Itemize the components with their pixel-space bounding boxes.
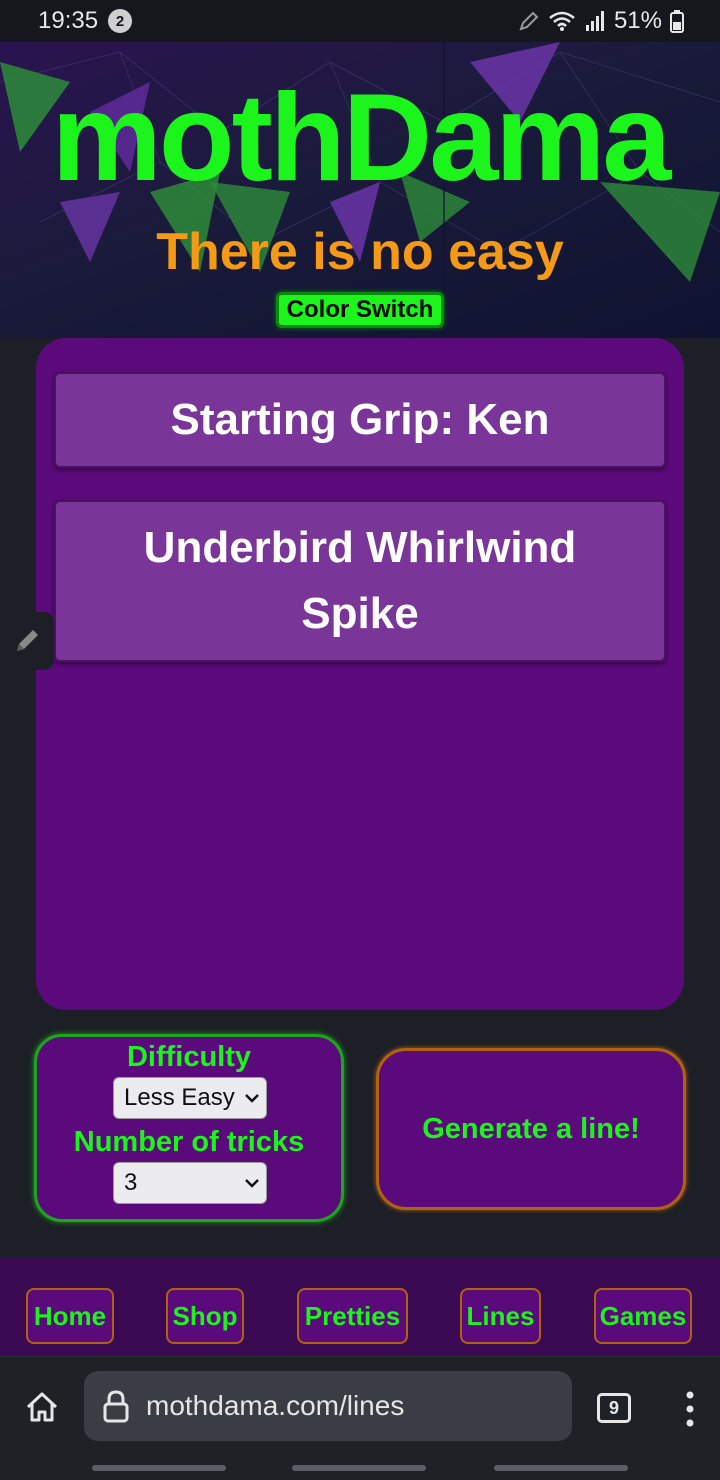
- wifi-icon: [549, 11, 575, 31]
- battery-percent: 51%: [613, 7, 662, 34]
- home-icon[interactable]: [22, 1387, 62, 1427]
- notification-count-badge: 2: [108, 9, 133, 33]
- gesture-bar-home[interactable]: [292, 1465, 426, 1471]
- line-options-panel: Difficulty Less Easy Number of tricks 3: [34, 1034, 344, 1222]
- number-of-tricks-select[interactable]: 3: [113, 1162, 267, 1204]
- difficulty-value: Less Easy: [124, 1084, 235, 1111]
- nav-lines[interactable]: Lines: [460, 1288, 541, 1344]
- battery-icon: [670, 10, 684, 33]
- generate-line-button[interactable]: Generate a line!: [376, 1048, 686, 1210]
- signal-icon: [585, 11, 604, 31]
- trick-line-panel: Starting Grip: Ken Underbird Whirlwind S…: [36, 338, 684, 1010]
- more-menu-icon[interactable]: [682, 1389, 698, 1429]
- lock-icon: [103, 1390, 129, 1423]
- chevron-down-icon: [238, 1092, 266, 1104]
- clock: 19:35: [38, 7, 99, 34]
- tab-switcher-button[interactable]: 9: [597, 1393, 631, 1423]
- difficulty-select[interactable]: Less Easy: [113, 1077, 267, 1119]
- site-tagline: There is no easy: [156, 223, 564, 281]
- nav-pretties[interactable]: Pretties: [297, 1288, 408, 1344]
- edit-tab[interactable]: [0, 612, 54, 670]
- pencil-icon: [17, 630, 38, 651]
- status-bar: 19:35 2 51%: [0, 0, 720, 42]
- trick-card: Underbird Whirlwind Spike: [54, 500, 666, 662]
- address-bar[interactable]: mothdama.com/lines: [84, 1371, 572, 1441]
- color-switch-button[interactable]: Color Switch: [276, 292, 444, 328]
- site-title: mothDama: [51, 69, 672, 207]
- hero-banner: mothDama There is no easy Color Switch: [0, 42, 720, 338]
- difficulty-label: Difficulty: [126, 1041, 252, 1073]
- nav-games[interactable]: Games: [594, 1288, 692, 1344]
- number-of-tricks-value: 3: [124, 1169, 138, 1196]
- nav-home[interactable]: Home: [26, 1288, 114, 1344]
- chevron-down-icon: [238, 1177, 266, 1189]
- nav-shop[interactable]: Shop: [166, 1288, 244, 1344]
- starting-grip-card: Starting Grip: Ken: [54, 372, 666, 468]
- pen-icon: [519, 11, 539, 31]
- gesture-bar-recents[interactable]: [494, 1465, 628, 1471]
- site-nav: Home Shop Pretties Lines Games: [0, 1258, 720, 1356]
- gesture-bar-back[interactable]: [92, 1465, 226, 1471]
- number-of-tricks-label: Number of tricks: [73, 1126, 305, 1158]
- url-text: mothdama.com/lines: [146, 1390, 405, 1421]
- browser-toolbar: mothdama.com/lines 9: [0, 1356, 720, 1480]
